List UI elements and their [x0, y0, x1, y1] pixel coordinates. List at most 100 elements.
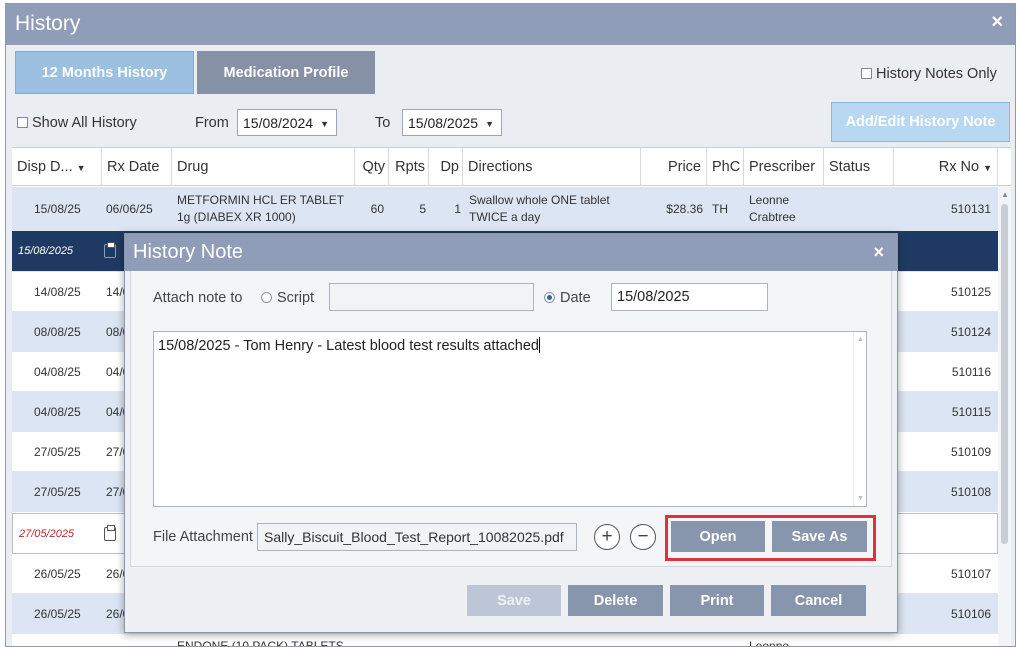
col-rx-date[interactable]: Rx Date	[102, 148, 172, 186]
cell-disp-date: 27/05/25	[34, 484, 81, 499]
note-textarea[interactable]: 15/08/2025 - Tom Henry - Latest blood te…	[153, 331, 867, 507]
cell-prescriber: Leonne Crabtree	[749, 192, 796, 224]
window-titlebar: History ×	[6, 4, 1015, 45]
cancel-button[interactable]: Cancel	[771, 585, 866, 616]
history-note-dialog: History Note × Attach note to Script Dat…	[124, 233, 898, 633]
script-radio-label: Script	[277, 290, 315, 306]
scroll-thumb[interactable]	[1001, 204, 1008, 544]
col-dp[interactable]: Dp	[429, 148, 463, 186]
radio-selected-icon	[544, 292, 555, 303]
show-all-history-label: Show All History	[32, 115, 137, 131]
add-attachment-icon[interactable]: +	[594, 524, 620, 550]
cell-rx-date: 06/06/25	[106, 201, 153, 216]
cell-disp-date: 14/08/25	[34, 284, 81, 299]
date-radio[interactable]: Date	[544, 290, 591, 306]
remove-attachment-icon[interactable]: −	[630, 524, 656, 550]
col-prescriber[interactable]: Prescriber	[744, 148, 824, 186]
cell-disp-date: 08/08/25	[34, 324, 81, 339]
cell-rx-no: 510131	[950, 201, 991, 216]
cell-directions: Swallow whole ONE tablet TWICE a day	[469, 192, 610, 224]
col-disp-date[interactable]: Disp D... ▼	[12, 148, 102, 186]
add-edit-history-note-button[interactable]: Add/Edit History Note	[831, 102, 1010, 142]
cell-rx-no: 510115	[951, 404, 991, 419]
attach-note-label: Attach note to	[153, 290, 243, 306]
cell-disp-date: 27/05/2025	[19, 527, 75, 540]
col-rx-no[interactable]: Rx No ▼	[894, 148, 998, 186]
save-button[interactable]: Save	[467, 585, 561, 616]
chevron-down-icon: ▼	[320, 119, 329, 129]
scroll-down-icon: ▼	[857, 495, 864, 502]
window-title: History	[15, 12, 81, 35]
tab-12-months-history[interactable]: 12 Months History	[15, 51, 194, 94]
text-cursor	[538, 337, 540, 353]
checkbox-icon	[861, 68, 872, 79]
col-qty[interactable]: Qty	[355, 148, 389, 186]
grid-header: Disp D... ▼ Rx Date Drug Qty Rpts Dp Dir…	[12, 148, 1011, 186]
grid-scrollbar[interactable]: ▲	[998, 186, 1011, 646]
cell-price: $28.36	[666, 201, 703, 216]
cell-rpts: 5	[419, 201, 426, 216]
cell-disp-date: 04/08/25	[34, 364, 81, 379]
tab-medication-profile[interactable]: Medication Profile	[197, 51, 375, 94]
radio-icon	[261, 292, 272, 303]
dialog-title: History Note	[133, 241, 244, 263]
to-date-value: 15/08/2025	[408, 115, 479, 131]
dialog-titlebar: History Note ×	[125, 234, 897, 271]
history-notes-only-checkbox[interactable]: History Notes Only	[861, 66, 997, 82]
note-text: 15/08/2025 - Tom Henry - Latest blood te…	[158, 338, 539, 354]
script-radio[interactable]: Script	[261, 290, 314, 306]
table-row[interactable]: ENDONE (10 PACK) TABLETS Leonne	[12, 634, 998, 647]
col-phc[interactable]: PhC	[707, 148, 744, 186]
col-status[interactable]: Status	[824, 148, 894, 186]
clipboard-icon	[104, 514, 116, 553]
cell-dp: 1	[454, 201, 461, 216]
col-price[interactable]: Price	[641, 148, 707, 186]
cell-rx-no: 510109	[950, 444, 991, 459]
script-input[interactable]	[329, 283, 534, 311]
cell-disp-date: 27/05/25	[34, 444, 81, 459]
cell-rx-no: 510116	[951, 364, 991, 379]
clipboard-icon	[104, 231, 116, 271]
print-button[interactable]: Print	[670, 585, 764, 616]
cell-qty: 60	[370, 201, 384, 216]
dialog-body: Attach note to Script Date 15/08/2025 15…	[130, 271, 892, 567]
close-icon[interactable]: ×	[873, 242, 884, 263]
cell-disp-date: 04/08/25	[34, 404, 81, 419]
to-label: To	[375, 115, 391, 131]
chevron-down-icon: ▼	[76, 163, 86, 173]
col-rpts[interactable]: Rpts	[389, 148, 429, 186]
checkbox-icon	[17, 117, 28, 128]
cell-phc: TH	[712, 201, 728, 216]
date-radio-label: Date	[560, 290, 591, 306]
cell-disp-date: 15/08/2025	[18, 245, 74, 257]
scroll-up-icon: ▲	[857, 336, 864, 343]
delete-button[interactable]: Delete	[568, 585, 663, 616]
col-drug[interactable]: Drug	[172, 148, 355, 186]
table-row[interactable]: 15/08/25 06/06/25 METFORMIN HCL ER TABLE…	[12, 187, 998, 231]
cell-rx-no: 510106	[950, 606, 991, 621]
cell-rx-no: 510124	[950, 324, 991, 339]
save-as-button[interactable]: Save As	[772, 521, 867, 552]
cell-rx-no: 510108	[950, 484, 991, 499]
cell-disp-date: 26/05/25	[34, 566, 81, 581]
chevron-down-icon: ▼	[485, 119, 494, 129]
file-attachment-input[interactable]: Sally_Biscuit_Blood_Test_Report_10082025…	[257, 523, 577, 551]
cell-disp-date: 26/05/25	[34, 606, 81, 621]
show-all-history-checkbox[interactable]: Show All History	[17, 115, 137, 131]
scroll-up-icon[interactable]: ▲	[1001, 190, 1009, 199]
cell-rx-no: 510125	[950, 284, 991, 299]
cell-rx-no: 510107	[950, 566, 991, 581]
from-label: From	[195, 115, 229, 131]
history-notes-only-label: History Notes Only	[876, 66, 997, 82]
to-date-picker[interactable]: 15/08/2025 ▼	[402, 109, 502, 136]
col-directions[interactable]: Directions	[463, 148, 641, 186]
from-date-picker[interactable]: 15/08/2024 ▼	[237, 109, 337, 136]
chevron-down-icon: ▼	[983, 163, 992, 173]
file-attachment-label: File Attachment	[153, 529, 253, 545]
date-input[interactable]: 15/08/2025	[611, 283, 768, 311]
cell-drug: METFORMIN HCL ER TABLET 1g (DIABEX XR 10…	[177, 192, 344, 224]
close-icon[interactable]: ×	[991, 11, 1003, 34]
textarea-scrollbar[interactable]: ▲ ▼	[853, 332, 866, 506]
cell-disp-date: 15/08/25	[34, 201, 81, 216]
open-button[interactable]: Open	[671, 521, 765, 552]
